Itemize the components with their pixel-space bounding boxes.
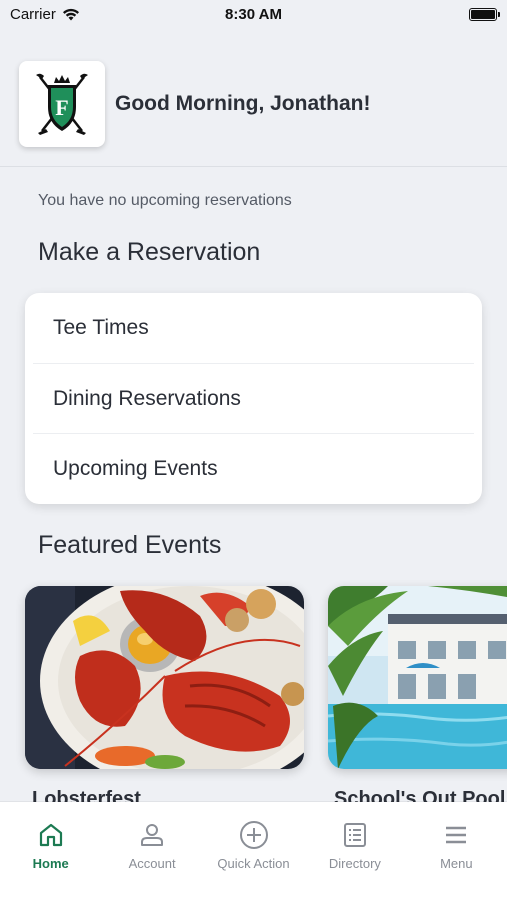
reservation-item-label: Dining Reservations (53, 386, 241, 410)
carrier-label: Carrier (10, 5, 56, 23)
lobster-image (25, 586, 304, 769)
reservation-item-tee-times[interactable]: Tee Times (25, 293, 482, 364)
club-crest-icon: F (36, 73, 88, 135)
tab-menu[interactable]: Menu (406, 802, 507, 900)
reservation-options-card: Tee Times Dining Reservations Upcoming E… (25, 293, 482, 504)
list-icon (343, 823, 366, 847)
header-divider (0, 166, 507, 167)
club-logo: F (19, 61, 105, 147)
tab-account[interactable]: Account (101, 802, 202, 900)
home-icon (39, 823, 62, 847)
reservation-item-label: Upcoming Events (53, 457, 218, 481)
event-card-pool[interactable] (328, 586, 507, 769)
tab-bar: Home Account Quick Action Directory Menu (0, 802, 507, 900)
tab-label: Menu (440, 856, 473, 871)
pool-image (328, 586, 507, 769)
wifi-icon (62, 8, 79, 20)
greeting: Good Morning, Jonathan! (115, 92, 371, 115)
tab-label: Home (32, 856, 69, 871)
person-icon (141, 824, 164, 846)
tab-home[interactable]: Home (0, 802, 101, 900)
tab-label: Account (128, 856, 176, 871)
tab-directory[interactable]: Directory (304, 802, 405, 900)
reservation-item-label: Tee Times (53, 316, 149, 340)
logo-letter: F (55, 95, 68, 120)
tab-label: Quick Action (217, 856, 290, 871)
battery-icon (469, 7, 500, 21)
event-card-lobsterfest[interactable] (25, 586, 304, 769)
tab-quick-action[interactable]: Quick Action (203, 802, 304, 900)
reservation-item-events[interactable]: Upcoming Events (25, 434, 482, 504)
featured-events-title: Featured Events (38, 531, 222, 559)
reservations-status: You have no upcoming reservations (38, 192, 292, 209)
hamburger-icon (446, 826, 467, 844)
make-reservation-title: Make a Reservation (38, 238, 261, 266)
plus-circle-icon (239, 821, 268, 849)
reservation-item-dining[interactable]: Dining Reservations (25, 364, 482, 435)
tab-label: Directory (328, 856, 381, 871)
status-left: Carrier (10, 6, 80, 23)
header: F Good Morning, Jonathan! (19, 60, 507, 148)
status-bar: Carrier 8:30 AM (0, 0, 507, 28)
